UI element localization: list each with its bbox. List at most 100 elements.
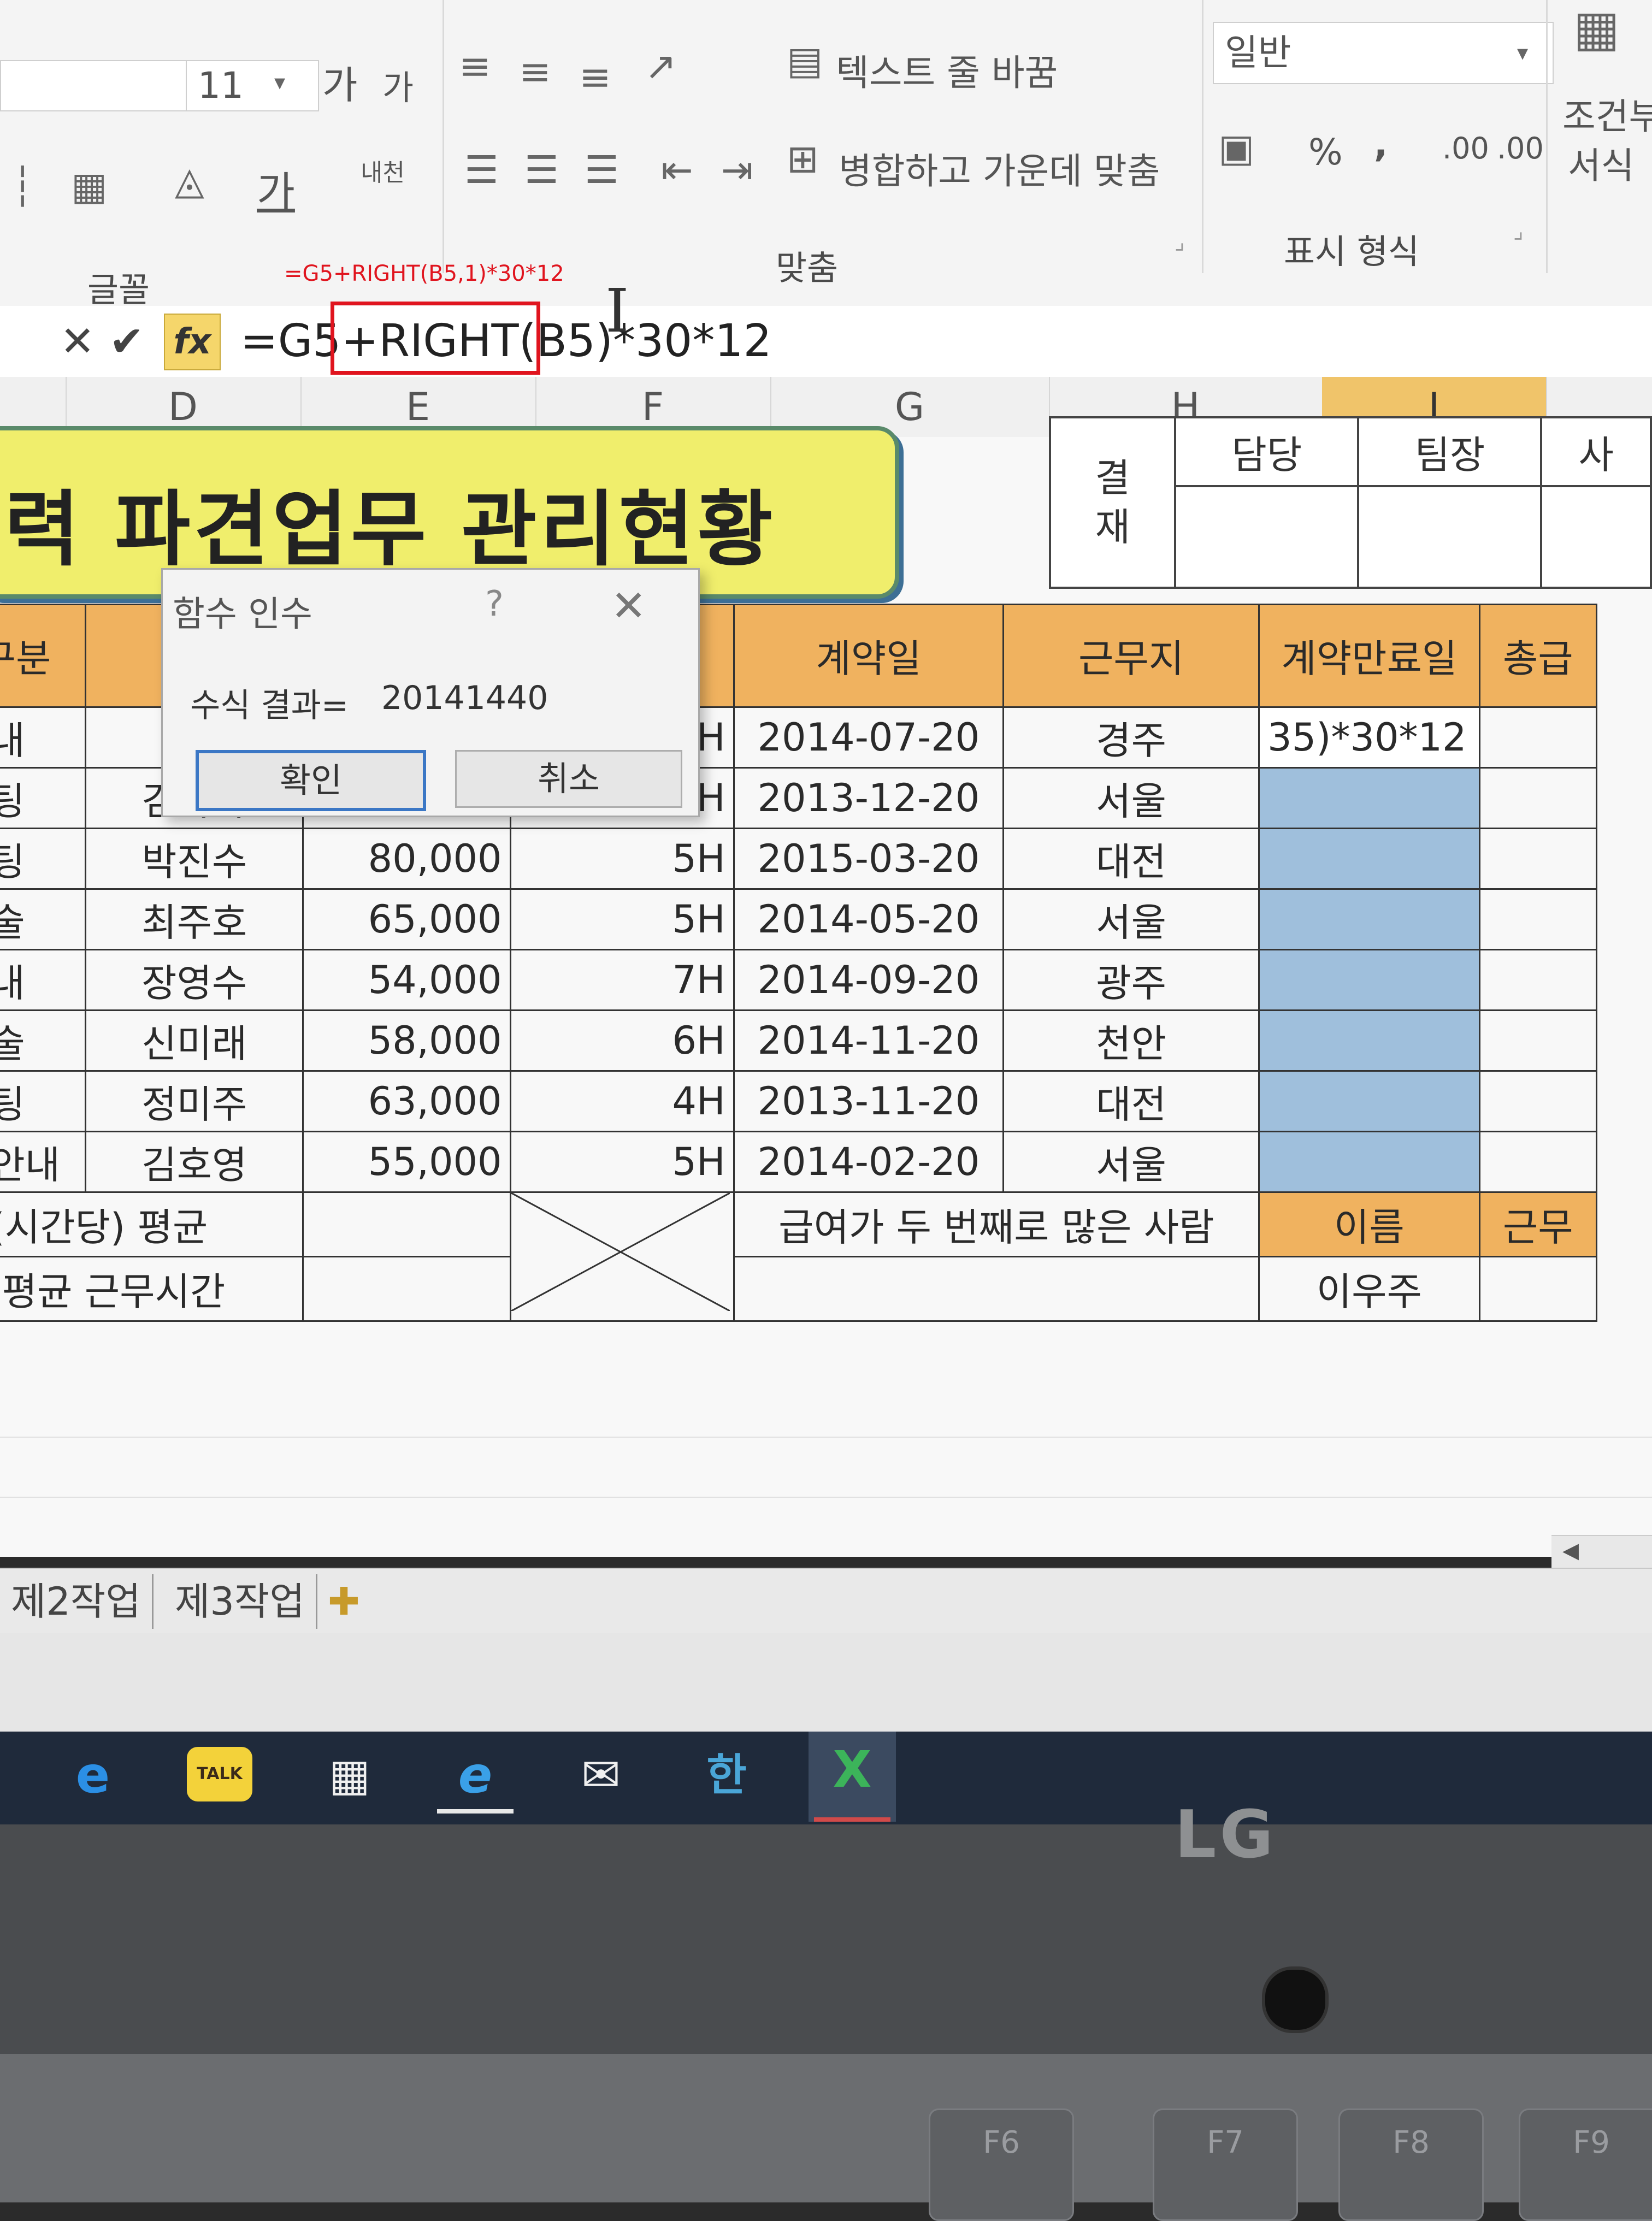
cell-name[interactable]: 장영수 xyxy=(85,949,304,1011)
decrease-indent-icon[interactable]: ⇤ xyxy=(661,147,693,192)
cell-category[interactable]: 기술 xyxy=(0,888,87,950)
cell-expiry[interactable] xyxy=(1258,828,1480,890)
orientation-icon[interactable]: ↗ xyxy=(645,44,677,88)
cancel-button[interactable]: 취소 xyxy=(455,750,682,808)
align-left-icon[interactable]: ☰ xyxy=(464,147,499,192)
second-highest-label[interactable]: 급여가 두 번째로 많은 사람 xyxy=(733,1191,1260,1257)
align-middle-icon[interactable]: ≡ xyxy=(519,49,551,94)
approval-sign-3[interactable] xyxy=(1540,485,1652,589)
scroll-left-icon[interactable]: ◂ xyxy=(1562,1531,1579,1569)
excel-icon[interactable]: X xyxy=(809,1732,896,1822)
cell-location[interactable]: 천안 xyxy=(1002,1009,1260,1072)
cell-name[interactable]: 박진수 xyxy=(85,828,304,890)
align-right-icon[interactable]: ☰ xyxy=(585,147,619,192)
sheet-tab-2[interactable]: 제2작업 xyxy=(0,1574,154,1629)
align-bottom-icon[interactable]: ≡ xyxy=(579,55,611,99)
cell-name[interactable]: 김호영 xyxy=(85,1131,304,1193)
close-icon[interactable]: ✕ xyxy=(611,582,646,631)
cell-total[interactable] xyxy=(1478,706,1598,769)
cell-hours[interactable]: 5H xyxy=(509,1131,735,1193)
header-total[interactable]: 총급 xyxy=(1478,604,1598,708)
cell-contract-date[interactable]: 2014-05-20 xyxy=(733,888,1005,950)
cell-category[interactable]: 설팅 xyxy=(0,828,87,890)
percent-button[interactable]: % xyxy=(1308,131,1343,173)
font-size-combo[interactable]: 11 ▾ xyxy=(186,60,319,111)
header-category[interactable]: 구분 xyxy=(0,604,87,708)
hwp-icon[interactable]: 한 xyxy=(683,1737,770,1814)
confirm-icon[interactable]: ✔ xyxy=(109,317,144,365)
avg-pay-label[interactable]: 여(시간당) 평균 xyxy=(0,1191,304,1257)
store-icon[interactable]: ▦ xyxy=(306,1737,393,1814)
cell-hours[interactable]: 7H xyxy=(509,949,735,1011)
cell-total[interactable] xyxy=(1478,767,1598,829)
sheet-tab-3[interactable]: 제3작업 xyxy=(164,1574,317,1629)
phonetic-button[interactable]: 내천 xyxy=(361,153,405,188)
cell-category[interactable]: 안내 xyxy=(0,949,87,1011)
conditional-format-label-2[interactable]: 서식 xyxy=(1568,137,1634,189)
cell-contract-date[interactable]: 2015-03-20 xyxy=(733,828,1005,890)
horizontal-scrollbar[interactable]: ◂ xyxy=(1551,1531,1652,1569)
cell-pay[interactable]: 55,000 xyxy=(302,1131,511,1193)
mail-icon[interactable]: ✉ xyxy=(557,1737,645,1814)
cell-category[interactable]: 설팅 xyxy=(0,767,87,829)
cell-contract-date[interactable]: 2013-11-20 xyxy=(733,1070,1005,1132)
approval-sign-2[interactable] xyxy=(1357,485,1543,589)
kakaotalk-icon[interactable]: TALK xyxy=(180,1737,268,1814)
cell-name[interactable]: 정미주 xyxy=(85,1070,304,1132)
cell-category[interactable]: 설팅 xyxy=(0,1070,87,1132)
fill-color-icon[interactable]: ◬ xyxy=(175,158,204,203)
work-value[interactable] xyxy=(1478,1256,1598,1322)
cell-total[interactable] xyxy=(1478,1070,1598,1132)
help-icon[interactable]: ? xyxy=(485,584,504,624)
second-highest-value[interactable] xyxy=(733,1256,1260,1322)
cell-contract-date[interactable]: 2013-12-20 xyxy=(733,767,1005,829)
accounting-format-icon[interactable]: ▣ xyxy=(1218,126,1254,170)
cell-pay[interactable]: 65,000 xyxy=(302,888,511,950)
internet-explorer-icon[interactable]: e xyxy=(432,1737,519,1814)
work-header[interactable]: 근무 xyxy=(1478,1191,1598,1257)
conditional-format-label-1[interactable]: 조건부 xyxy=(1562,87,1652,140)
f8-key[interactable]: F8 xyxy=(1338,2108,1484,2221)
cell-hours[interactable]: 6H xyxy=(509,1009,735,1072)
cell-hours[interactable]: 4H xyxy=(509,1070,735,1132)
cell-pay[interactable]: 80,000 xyxy=(302,828,511,890)
font-grow-button[interactable]: 가 xyxy=(322,55,357,110)
comma-button[interactable]: , xyxy=(1374,123,1388,165)
avg-hours-value[interactable] xyxy=(302,1256,511,1322)
new-sheet-icon[interactable]: ✚ xyxy=(317,1574,371,1629)
approval-sign-1[interactable] xyxy=(1174,485,1360,589)
cell-expiry[interactable] xyxy=(1258,1131,1480,1193)
avg-pay-value[interactable] xyxy=(302,1191,511,1257)
cell-contract-date[interactable]: 2014-11-20 xyxy=(733,1009,1005,1072)
cell-hours[interactable]: 5H xyxy=(509,828,735,890)
cell-expiry[interactable] xyxy=(1258,949,1480,1011)
cancel-icon[interactable]: ✕ xyxy=(60,317,95,365)
cell-expiry[interactable] xyxy=(1258,1070,1480,1132)
cell-location[interactable]: 경주 xyxy=(1002,706,1260,769)
crossed-cell[interactable] xyxy=(509,1191,735,1322)
align-center-icon[interactable]: ☰ xyxy=(524,147,559,192)
cell-hours[interactable]: 5H xyxy=(509,888,735,950)
cell-pay[interactable]: 58,000 xyxy=(302,1009,511,1072)
ok-button[interactable]: 확인 xyxy=(196,750,426,811)
header-location[interactable]: 근무지 xyxy=(1002,604,1260,708)
insert-function-icon[interactable]: fx xyxy=(164,314,221,370)
borders-button-icon[interactable]: ▦ xyxy=(71,164,107,209)
name-value[interactable]: 이우주 xyxy=(1258,1256,1480,1322)
cell-location[interactable]: 서울 xyxy=(1002,1131,1260,1193)
cell-contract-date[interactable]: 2014-02-20 xyxy=(733,1131,1005,1193)
cell-contract-date[interactable]: 2014-09-20 xyxy=(733,949,1005,1011)
cell-name[interactable]: 최주호 xyxy=(85,888,304,950)
edge-icon[interactable]: e xyxy=(49,1737,137,1814)
number-launcher-icon[interactable]: ⌟ xyxy=(1513,218,1524,244)
cell-total[interactable] xyxy=(1478,888,1598,950)
cell-location[interactable]: 대전 xyxy=(1002,1070,1260,1132)
cell-total[interactable] xyxy=(1478,1131,1598,1193)
increase-indent-icon[interactable]: ⇥ xyxy=(721,147,753,192)
cell-expiry[interactable] xyxy=(1258,767,1480,829)
f6-key[interactable]: F6 xyxy=(929,2108,1074,2221)
cell-category[interactable]: 행안내 xyxy=(0,1131,87,1193)
alignment-launcher-icon[interactable]: ⌟ xyxy=(1175,229,1185,255)
cell-expiry[interactable] xyxy=(1258,888,1480,950)
f9-key[interactable]: F9 xyxy=(1519,2108,1652,2221)
